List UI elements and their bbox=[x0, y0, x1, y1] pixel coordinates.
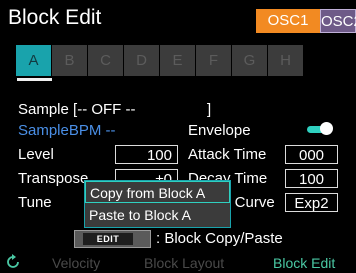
footer-block-layout[interactable]: Block Layout bbox=[144, 255, 224, 271]
active-tab-indicator bbox=[17, 78, 52, 81]
osc2-tab[interactable]: OSC2 bbox=[320, 9, 356, 33]
tab-block-f[interactable]: F bbox=[196, 45, 232, 76]
refresh-icon[interactable] bbox=[6, 254, 20, 273]
hint-text: : Block Copy/Paste bbox=[156, 230, 283, 247]
block-tabs: A B C D E F G H bbox=[16, 45, 304, 76]
tab-block-h[interactable]: H bbox=[268, 45, 304, 76]
decay-time-value[interactable]: 100 bbox=[285, 169, 338, 188]
menu-item-paste-to-block[interactable]: Paste to Block A bbox=[85, 204, 230, 226]
attack-time-value[interactable]: 000 bbox=[285, 145, 338, 164]
osc1-tab[interactable]: OSC1 bbox=[256, 9, 320, 33]
attack-time-label: Attack Time bbox=[188, 146, 267, 163]
edit-button-icon: EDIT bbox=[74, 230, 151, 248]
tab-block-e[interactable]: E bbox=[160, 45, 196, 76]
transpose-label: Transpose bbox=[18, 170, 89, 187]
footer-velocity[interactable]: Velocity bbox=[52, 255, 100, 271]
menu-item-copy-from-block[interactable]: Copy from Block A bbox=[85, 181, 230, 203]
tab-block-a[interactable]: A bbox=[16, 45, 52, 76]
tab-block-c[interactable]: C bbox=[88, 45, 124, 76]
edit-key-label: EDIT bbox=[83, 233, 133, 245]
sample-label[interactable]: Sample [-- OFF -- bbox=[18, 101, 136, 118]
sample-bpm-label[interactable]: SampleBPM -- bbox=[18, 122, 116, 139]
tab-block-g[interactable]: G bbox=[232, 45, 268, 76]
tab-block-d[interactable]: D bbox=[124, 45, 160, 76]
block-copy-paste-menu: Copy from Block A Paste to Block A bbox=[84, 180, 231, 228]
tab-block-b[interactable]: B bbox=[52, 45, 88, 76]
envelope-toggle-knob[interactable] bbox=[320, 122, 333, 135]
page-title: Block Edit bbox=[8, 6, 102, 29]
footer-block-edit[interactable]: Block Edit bbox=[273, 255, 335, 271]
tune-label: Tune bbox=[18, 194, 52, 211]
level-value[interactable]: 100 bbox=[115, 145, 178, 164]
footer-bar: Velocity Block Layout Block Edit bbox=[0, 254, 356, 273]
envelope-label: Envelope bbox=[188, 122, 251, 139]
sample-bracket: ] bbox=[207, 101, 212, 118]
level-label: Level bbox=[18, 146, 54, 163]
decay-curve-value[interactable]: Exp2 bbox=[285, 193, 338, 212]
